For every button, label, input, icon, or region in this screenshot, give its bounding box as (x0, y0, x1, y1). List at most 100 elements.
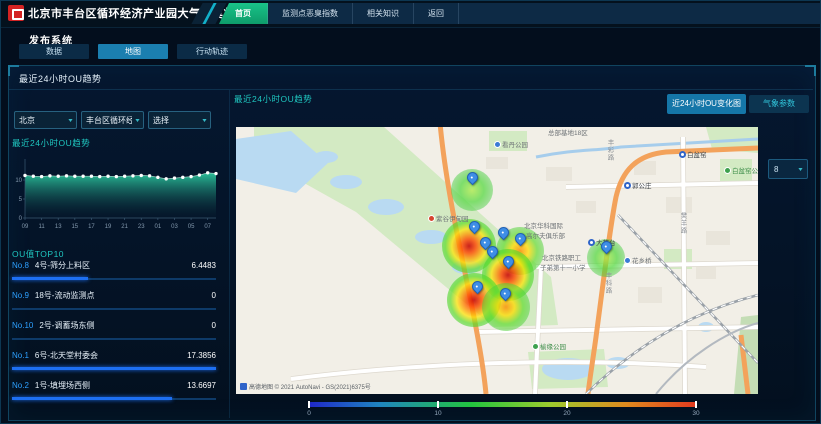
scale-tick-label: 0 (307, 410, 311, 417)
map-poi-label: 高尔夫俱乐部 (526, 233, 565, 240)
ranking-row: No.21号-填埋场西侧13.6697 (12, 380, 216, 400)
app-root: 北京市丰台区循环经济产业园大气恶臭状况实时 首页 监测点恶臭指数 相关知识 返回… (0, 0, 821, 424)
weather-params-button[interactable]: 气象参数 (749, 95, 809, 113)
panel-header-divider (9, 89, 813, 90)
ranking-row: No.8 4号-筛分上料区6.4483 (12, 260, 216, 280)
metro-station-icon (679, 151, 686, 158)
rank-number: No.10 (12, 321, 33, 330)
top-bar: 北京市丰台区循环经济产业园大气恶臭状况实时 首页 监测点恶臭指数 相关知识 返回 (1, 1, 820, 28)
trend-chart: 0510091113151719212301030507 (10, 151, 222, 235)
map-attribution-text: 高德地图 © 2021 AutoNavi - GS(2021)6375号 (249, 382, 371, 391)
scale-tick (695, 401, 697, 408)
map-poi-label: 郭公庄 (624, 182, 652, 190)
map-poi-label: 子弟第十一小学 (540, 265, 586, 272)
poi-icon (724, 167, 731, 174)
value-bar-fill (12, 367, 216, 370)
value-bar-track (12, 338, 216, 340)
svg-text:5: 5 (19, 197, 23, 203)
city-select[interactable]: 北京 ▾ (14, 111, 77, 129)
svg-text:0: 0 (19, 216, 23, 222)
map-poi-label: 紫谷伊甸园 (428, 215, 469, 223)
heat-scale-bar: 0102030 (309, 402, 696, 407)
value-bar-track (12, 368, 216, 370)
filter-row: 北京 ▾ 丰台区循环经济产 ▾ 选择 ▾ (14, 111, 211, 129)
map-zoom-select[interactable]: 8 ▾ (768, 159, 808, 179)
nav-item-knowledge[interactable]: 相关知识 (353, 3, 414, 24)
ou-value: 0 (212, 321, 216, 330)
rank-number: No.1 (12, 351, 29, 360)
ranking-row: No.9 18号-流动监测点0 (12, 290, 216, 310)
rank-number: No.2 (12, 381, 29, 390)
chevron-down-icon: ▾ (68, 117, 72, 124)
station-name: 4号-筛分上料区 (35, 260, 192, 271)
columns-divider (229, 90, 230, 418)
map-poi-label: 北京铁路职工 (542, 255, 581, 262)
poi-icon (624, 257, 631, 264)
svg-text:15: 15 (71, 224, 78, 230)
map-poi-label: 总部基地18区 (548, 130, 588, 137)
chevron-down-icon: ▾ (798, 166, 802, 173)
ou-change-chart-button[interactable]: 近24小时OU变化图 (667, 94, 746, 114)
svg-text:01: 01 (155, 224, 162, 230)
map-poi-label: 白盆窑公园 (724, 167, 758, 175)
scale-tick-label: 20 (563, 410, 570, 417)
road-label: 丰科路 (604, 272, 611, 295)
chevron-down-icon: ▾ (135, 117, 139, 124)
app-logo-icon (8, 5, 24, 21)
map-section-label: 最近24小时OU趋势 (234, 93, 312, 105)
scale-tick-label: 10 (434, 410, 441, 417)
scale-tick-label: 30 (692, 410, 699, 417)
svg-text:03: 03 (171, 224, 178, 230)
map-poi-label: 北京华科国际 (524, 223, 563, 230)
nav-item-back[interactable]: 返回 (414, 3, 459, 24)
map-attribution: 高德地图 © 2021 AutoNavi - GS(2021)6375号 (240, 382, 371, 391)
tab-track[interactable]: 行动轨迹 (177, 44, 247, 59)
panel-title: 最近24小时OU趋势 (19, 72, 102, 85)
value-bar-fill (12, 277, 88, 280)
metro-station-icon (588, 239, 595, 246)
value-bar-track (12, 278, 216, 280)
main-nav: 首页 监测点恶臭指数 相关知识 返回 (219, 3, 820, 24)
svg-text:13: 13 (55, 224, 62, 230)
svg-text:17: 17 (88, 224, 95, 230)
svg-text:07: 07 (204, 224, 211, 230)
svg-text:19: 19 (105, 224, 112, 230)
nav-item-odor-index[interactable]: 监测点恶臭指数 (268, 3, 353, 24)
map-poi-label: 榆缘公园 (532, 343, 566, 351)
tab-data[interactable]: 数据 (19, 44, 89, 59)
map-canvas[interactable]: 总部基地18区看丹公园紫谷伊甸园白盆窑白盆窑公园郭公庄北京华科国际高尔夫俱乐部大… (236, 127, 758, 394)
svg-text:09: 09 (22, 224, 29, 230)
station-name: 2号-调蓄场东侧 (39, 320, 211, 331)
park-select[interactable]: 丰台区循环经济产 ▾ (81, 111, 144, 129)
ranking-title: OU值TOP10 (12, 248, 64, 260)
svg-text:21: 21 (121, 224, 128, 230)
scale-tick (437, 401, 439, 408)
view-tabs: 数据 地图 行动轨迹 (19, 44, 247, 59)
ranking-row: No.10 2号-调蓄场东侧0 (12, 320, 216, 340)
poi-icon (532, 343, 539, 350)
station-name: 6号-北天堂村委会 (35, 350, 187, 361)
station-name: 1号-填埋场西侧 (35, 380, 187, 391)
poi-icon (428, 215, 435, 222)
ou-value: 6.4483 (192, 261, 216, 270)
tab-map[interactable]: 地图 (98, 44, 168, 59)
scale-tick (566, 401, 568, 408)
station-name: 18号-流动监测点 (35, 290, 212, 301)
svg-text:05: 05 (188, 224, 195, 230)
svg-text:11: 11 (38, 224, 45, 230)
poi-icon (494, 141, 501, 148)
ranking-list: No.84号-筛分上料区6.4483No.918号-流动监测点0No.102号-… (12, 260, 216, 410)
rank-number: No.8 (12, 261, 29, 270)
svg-text:23: 23 (138, 224, 145, 230)
trend-chart-label: 最近24小时OU趋势 (12, 137, 90, 149)
scale-tick (308, 401, 310, 408)
svg-text:10: 10 (15, 178, 22, 184)
value-bar-track (12, 398, 216, 400)
amap-logo-icon (240, 383, 247, 390)
rank-number: No.9 (12, 291, 29, 300)
metro-station-icon (624, 182, 631, 189)
ou-value: 0 (212, 291, 216, 300)
chevron-down-icon: ▾ (202, 117, 206, 124)
ou-value: 17.3856 (187, 351, 216, 360)
station-select[interactable]: 选择 ▾ (148, 111, 211, 129)
